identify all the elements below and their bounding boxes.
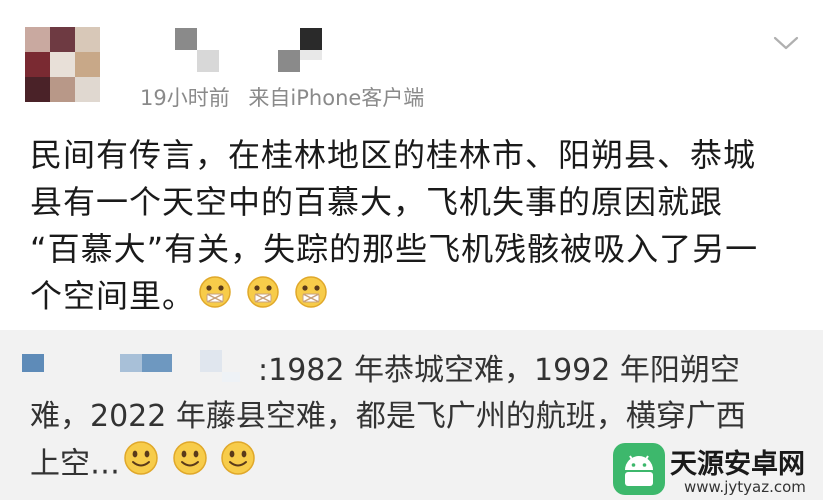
avatar[interactable] bbox=[25, 27, 100, 102]
comment-line: 上空… bbox=[30, 446, 120, 482]
post-line: 个空间里。 bbox=[30, 277, 196, 315]
android-logo-icon bbox=[612, 442, 666, 496]
post-time: 19小时前 bbox=[140, 86, 230, 110]
smile-emoji-icon bbox=[172, 440, 208, 490]
comment-line: :1982 年恭城空难，1992 年阳朔空 bbox=[258, 353, 740, 388]
shut-mouth-emoji-icon bbox=[294, 275, 328, 322]
post-source: 来自iPhone客户端 bbox=[248, 86, 425, 110]
post-line: 民间有传言，在桂林地区的桂林市、阳朔县、恭城 bbox=[30, 136, 757, 174]
smile-emoji-icon bbox=[123, 440, 159, 490]
post-line-last: 个空间里。 bbox=[30, 273, 810, 322]
comment-line: 难，2022 年藤县空难，都是飞广州的航班，横穿广西 bbox=[30, 399, 746, 434]
post-emoji-row bbox=[195, 274, 328, 323]
comment-emoji-row bbox=[120, 440, 256, 490]
site-watermark: 天源安卓网 www.jytyaz.com bbox=[612, 440, 822, 500]
smile-emoji-icon bbox=[220, 440, 256, 490]
post-line: 县有一个天空中的百慕大，飞机失事的原因就跟 bbox=[30, 183, 724, 221]
watermark-title: 天源安卓网 bbox=[670, 449, 805, 480]
watermark-url: www.jytyaz.com bbox=[684, 478, 806, 496]
post-meta: 19小时前 来自iPhone客户端 bbox=[140, 82, 424, 112]
shut-mouth-emoji-icon bbox=[246, 275, 280, 322]
post-line: “百慕大”有关，失踪的那些飞机残骸被吸入了另一 bbox=[30, 230, 759, 268]
username-pixelated[interactable] bbox=[170, 28, 330, 78]
shut-mouth-emoji-icon bbox=[198, 275, 232, 322]
chevron-down-icon[interactable] bbox=[773, 34, 799, 52]
weibo-post: 19小时前 来自iPhone客户端 民间有传言，在桂林地区的桂林市、阳朔县、恭城… bbox=[0, 0, 823, 330]
post-body: 民间有传言，在桂林地区的桂林市、阳朔县、恭城 县有一个天空中的百慕大，飞机失事的… bbox=[30, 132, 810, 322]
